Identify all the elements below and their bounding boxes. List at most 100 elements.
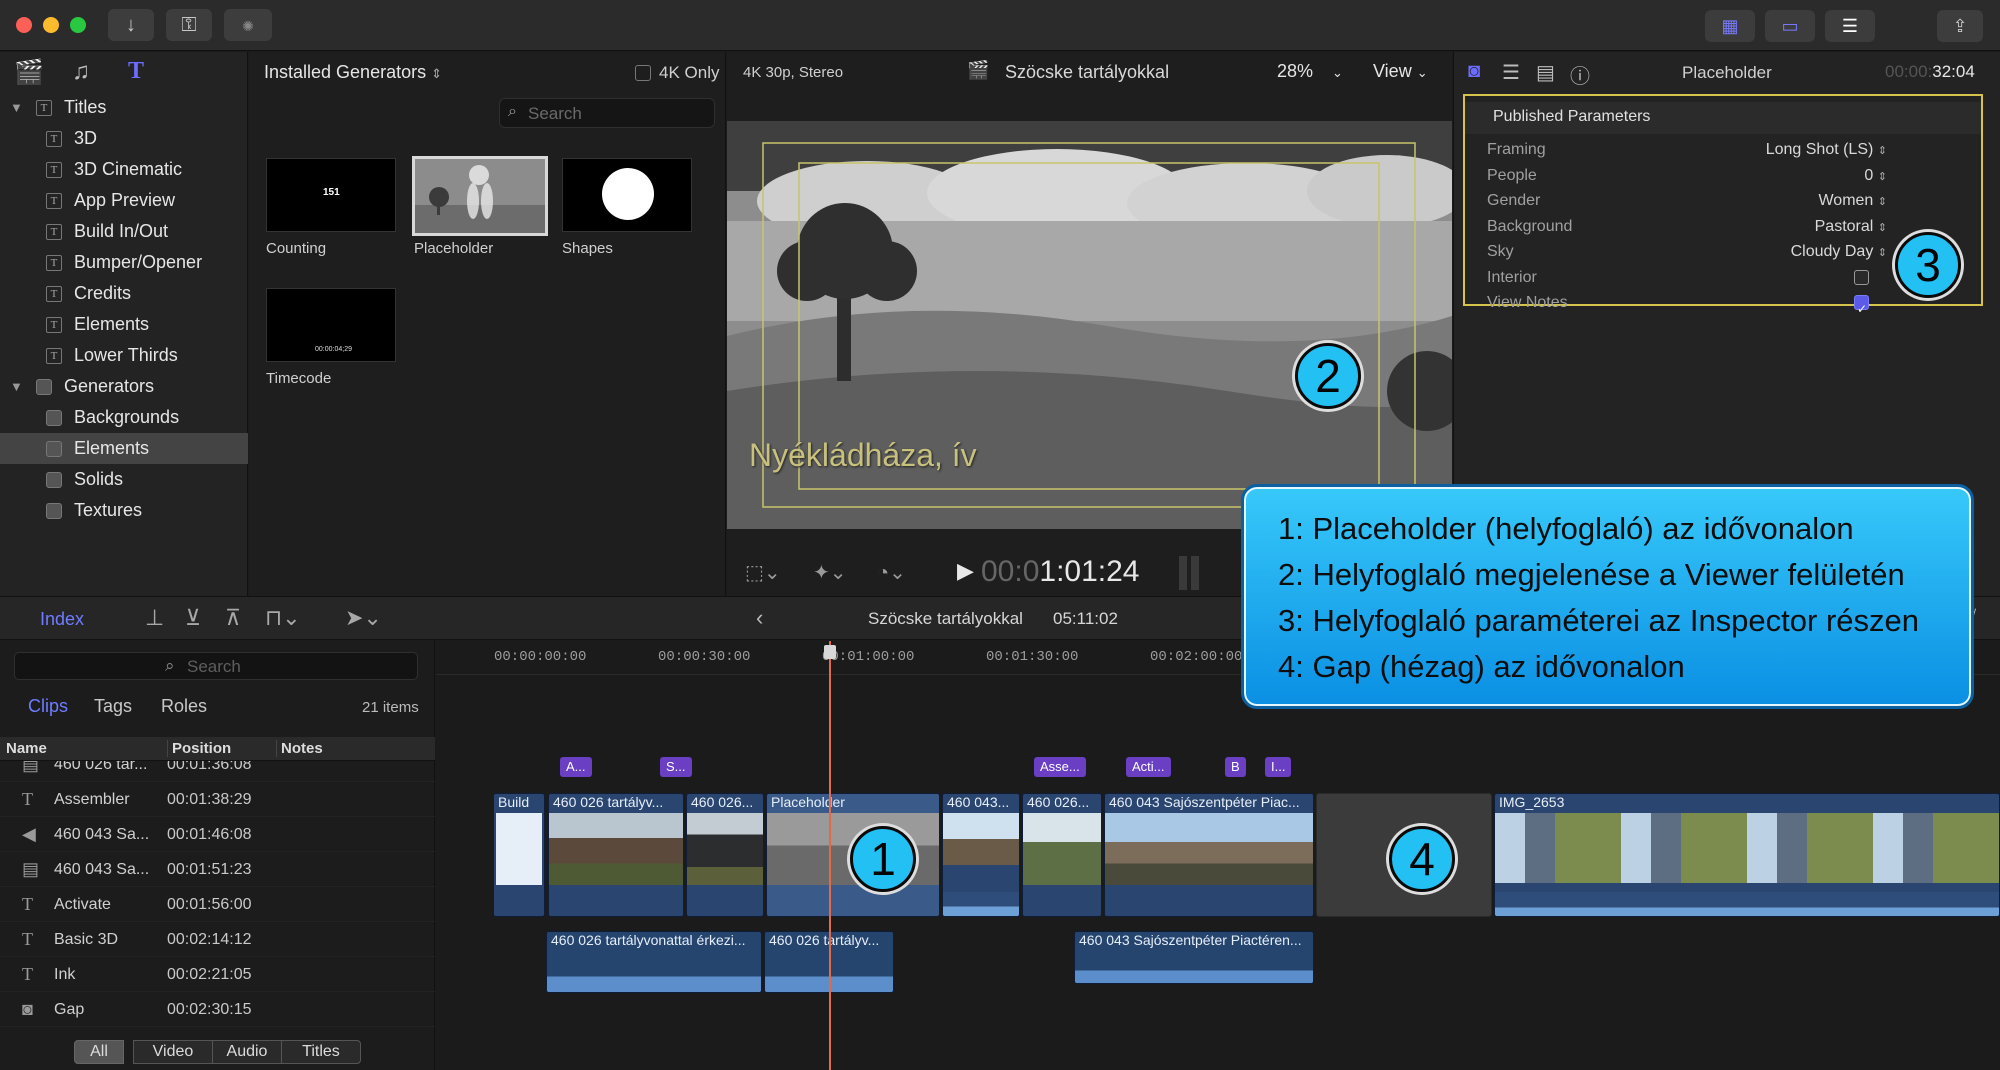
- tab-tags[interactable]: Tags: [94, 696, 132, 717]
- index-row[interactable]: ◀ 460 043 Sa... 00:01:46:08: [0, 817, 435, 852]
- background-tasks-button[interactable]: ✺: [224, 9, 272, 41]
- retime-menu-icon[interactable]: ◔⌄: [877, 560, 906, 585]
- index-button[interactable]: Index: [40, 609, 84, 630]
- 4k-only-checkbox[interactable]: [635, 65, 651, 81]
- generator-thumb-placeholder[interactable]: [412, 156, 548, 236]
- tree-item-generators[interactable]: ▼ Generators: [0, 371, 248, 402]
- tree-item-app-preview[interactable]: T App Preview: [0, 185, 248, 216]
- zoom-window-button[interactable]: [70, 17, 86, 33]
- tree-item-3d[interactable]: T 3D: [0, 123, 248, 154]
- index-row-name: Activate: [54, 896, 111, 913]
- index-row[interactable]: T Basic 3D 00:02:14:12: [0, 922, 435, 957]
- filter-titles[interactable]: Titles: [281, 1040, 361, 1064]
- show-timeline-button[interactable]: ▭: [1765, 10, 1815, 42]
- show-browser-button[interactable]: ▦: [1705, 10, 1755, 42]
- column-position[interactable]: Position: [167, 740, 231, 757]
- clip-build[interactable]: Build: [493, 793, 545, 917]
- generator-thumb-timecode[interactable]: 00:00:04;29: [266, 288, 396, 362]
- generator-thumb-shapes[interactable]: [562, 158, 692, 232]
- clip-460-043-b[interactable]: 460 043 Sajószentpéter Piac...: [1104, 793, 1314, 917]
- back-chevron-icon[interactable]: ‹: [756, 605, 763, 631]
- tree-item-textures[interactable]: Textures: [0, 495, 248, 526]
- filter-audio[interactable]: Audio: [212, 1040, 282, 1064]
- tree-item-backgrounds[interactable]: Backgrounds: [0, 402, 248, 433]
- clip-title: 460 043 Sajószentpéter Piac...: [1109, 794, 1300, 810]
- disclosure-triangle-icon[interactable]: ▼: [10, 92, 23, 123]
- index-row[interactable]: ▤ 460 026 tar... 00:01:36:08: [0, 761, 435, 782]
- titles-generators-tab-icon[interactable]: T: [128, 58, 144, 85]
- title-marker[interactable]: Asse...: [1034, 757, 1086, 777]
- clip-460-043-a[interactable]: 460 043...: [942, 793, 1020, 917]
- clip-460-026-b[interactable]: 460 026...: [686, 793, 764, 917]
- play-icon[interactable]: ▶: [957, 558, 974, 584]
- overwrite-edit-icon[interactable]: ⊓⌄: [265, 605, 301, 631]
- tab-clips[interactable]: Clips: [28, 696, 68, 717]
- clip-title: Placeholder: [771, 794, 845, 810]
- generators-menu[interactable]: Installed Generators ⇕: [264, 62, 442, 83]
- playhead-handle[interactable]: [824, 645, 836, 659]
- title-marker[interactable]: I...: [1265, 757, 1292, 777]
- generator-inspector-icon[interactable]: ◙: [1468, 60, 1480, 83]
- tree-item-lower-thirds[interactable]: T Lower Thirds: [0, 340, 248, 371]
- column-name[interactable]: Name: [6, 740, 47, 757]
- tab-roles[interactable]: Roles: [161, 696, 207, 717]
- title-marker[interactable]: A...: [560, 757, 592, 777]
- connect-edit-icon[interactable]: ⊥: [145, 605, 164, 631]
- audio-clip-460-026-a[interactable]: 460 026 tartályvonattal érkezi...: [546, 931, 762, 993]
- zoom-menu[interactable]: 28% ⌄: [1277, 61, 1343, 82]
- text-inspector-icon[interactable]: ☰: [1502, 60, 1520, 85]
- clip-img-2653[interactable]: IMG_2653: [1494, 793, 2000, 917]
- tree-item-titles[interactable]: ▼ T Titles: [0, 92, 248, 123]
- search-field[interactable]: ⌕ Search: [499, 98, 715, 128]
- param-checkbox[interactable]: ✓: [1854, 295, 1869, 316]
- enhancements-menu-icon[interactable]: ✦⌄: [813, 560, 847, 585]
- title-marker[interactable]: Acti...: [1126, 757, 1171, 777]
- clip-460-026-a[interactable]: 460 026 tartályv...: [548, 793, 684, 917]
- column-notes[interactable]: Notes: [276, 740, 323, 757]
- audio-clip-460-043[interactable]: 460 043 Sajószentpéter Piactéren...: [1074, 931, 1314, 984]
- info-inspector-icon[interactable]: ⓘ: [1570, 60, 1590, 89]
- index-row[interactable]: ◙ Gap 00:02:30:15: [0, 992, 435, 1027]
- tree-item-bumper-opener[interactable]: T Bumper/Opener: [0, 247, 248, 278]
- view-menu[interactable]: View ⌄: [1373, 61, 1428, 82]
- generator-thumb-counting[interactable]: 151: [266, 158, 396, 232]
- callout-line: 1: Placeholder (helyfoglaló) az idővonal…: [1278, 511, 1854, 546]
- tree-item-elements[interactable]: Elements: [0, 433, 248, 464]
- clip-460-026-c[interactable]: 460 026...: [1022, 793, 1102, 917]
- viewer-frame[interactable]: Nyékládháza, ív: [727, 121, 1452, 529]
- tree-item-3d-cinematic[interactable]: T 3D Cinematic: [0, 154, 248, 185]
- minimize-window-button[interactable]: [43, 17, 59, 33]
- title-marker[interactable]: B: [1225, 757, 1246, 777]
- show-inspector-button[interactable]: ☰: [1825, 10, 1875, 42]
- index-row[interactable]: ▤ 460 043 Sa... 00:01:51:23: [0, 852, 435, 887]
- select-tool-icon[interactable]: ➤⌄: [345, 605, 382, 631]
- tree-item-solids[interactable]: Solids: [0, 464, 248, 495]
- playhead[interactable]: [829, 641, 831, 1070]
- insert-edit-icon[interactable]: ⊻: [185, 605, 201, 631]
- import-button[interactable]: ↓: [108, 9, 154, 41]
- tree-item-credits[interactable]: T Credits: [0, 278, 248, 309]
- append-edit-icon[interactable]: ⊼: [225, 605, 241, 631]
- close-window-button[interactable]: [16, 17, 32, 33]
- video-inspector-icon[interactable]: ▤: [1536, 60, 1555, 85]
- filter-video[interactable]: Video: [133, 1040, 213, 1064]
- title-marker[interactable]: S...: [660, 757, 692, 777]
- tree-item-label: Elements: [74, 314, 150, 334]
- tree-item-build-in-out[interactable]: T Build In/Out: [0, 216, 248, 247]
- keywords-button[interactable]: ⚿: [166, 9, 212, 41]
- index-row[interactable]: T Activate 00:01:56:00: [0, 887, 435, 922]
- libraries-tab-icon[interactable]: 🎬: [14, 58, 44, 87]
- callout-line: 2: Helyfoglaló megjelenése a Viewer felü…: [1278, 557, 1905, 592]
- disclosure-triangle-icon[interactable]: ▼: [10, 371, 23, 402]
- transform-menu-icon[interactable]: ⬚⌄: [745, 560, 781, 585]
- tree-item-elements[interactable]: T Elements: [0, 309, 248, 340]
- title-icon: T: [22, 894, 33, 914]
- index-row[interactable]: T Ink 00:02:21:05: [0, 957, 435, 992]
- filter-all[interactable]: All: [74, 1040, 124, 1064]
- photos-audio-tab-icon[interactable]: ♫: [72, 58, 90, 86]
- title-icon: T: [22, 964, 33, 984]
- param-checkbox[interactable]: [1854, 269, 1869, 285]
- index-row[interactable]: T Assembler 00:01:38:29: [0, 782, 435, 817]
- share-button[interactable]: ⇪: [1937, 10, 1983, 42]
- index-search-field[interactable]: ⌕ Search: [14, 652, 418, 680]
